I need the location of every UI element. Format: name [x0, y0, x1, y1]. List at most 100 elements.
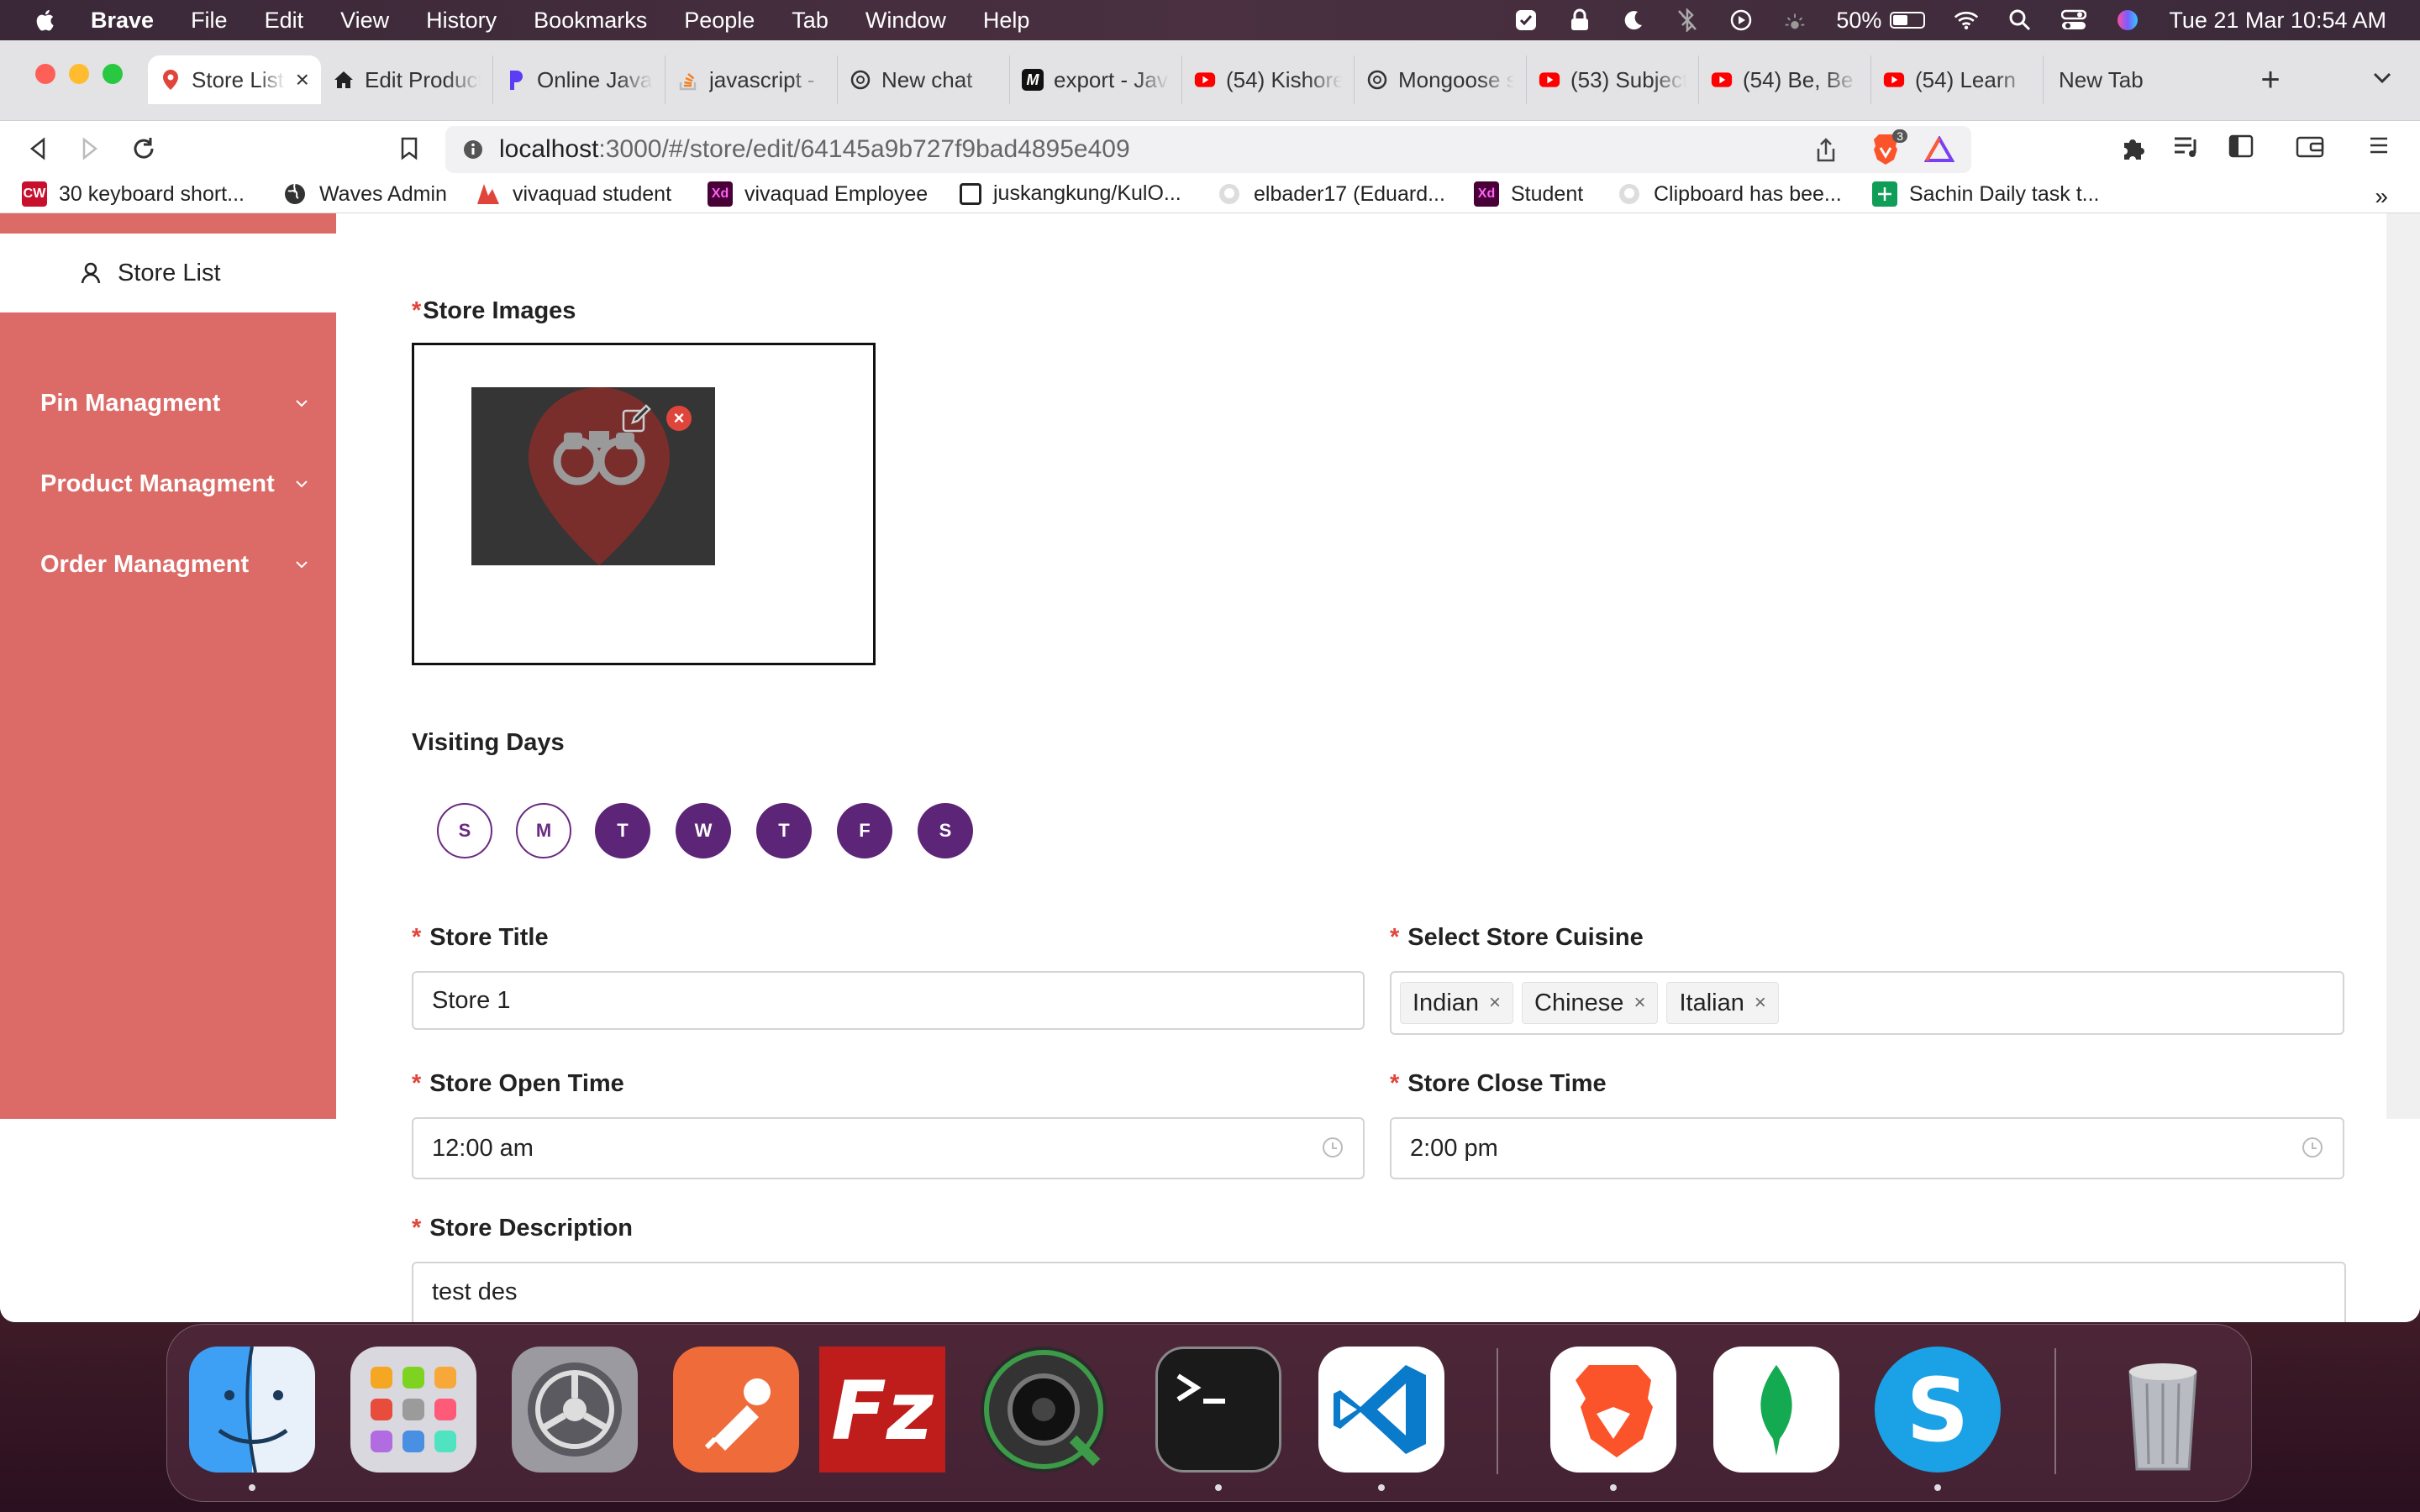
brave-shields-icon[interactable]: 3 — [1870, 129, 1907, 166]
apple-menu-icon[interactable] — [34, 8, 59, 33]
tab-youtube-subject[interactable]: (53) Subject — [1527, 55, 1699, 104]
store-close-time-picker[interactable]: 2:00 pm — [1390, 1117, 2344, 1179]
day-toggle-monday[interactable]: M — [516, 803, 571, 858]
bookmark-item[interactable]: CW 30 keyboard short... — [22, 181, 245, 207]
filezilla-app-icon[interactable]: Fz — [819, 1347, 945, 1473]
postman-app-icon[interactable] — [673, 1347, 799, 1473]
trash-app-icon[interactable] — [2100, 1347, 2226, 1473]
sidebar-menu-product-management[interactable]: Product Managment — [40, 467, 309, 501]
quicktime-app-icon[interactable] — [981, 1347, 1107, 1473]
menu-app-name[interactable]: Brave — [91, 8, 154, 34]
terminal-app-icon[interactable] — [1155, 1347, 1281, 1473]
new-tab-plus-icon[interactable]: + — [2247, 55, 2294, 104]
tab-youtube-learn[interactable]: (54) Learn — [1871, 55, 2044, 104]
address-bar[interactable]: localhost:3000/#/store/edit/64145a9b727f… — [445, 126, 1971, 173]
store-open-time-picker[interactable]: 12:00 am — [412, 1117, 1365, 1179]
sidebar-menu-pin-management[interactable]: Pin Managment — [40, 386, 309, 420]
menu-bookmarks[interactable]: Bookmarks — [534, 8, 647, 34]
store-images-upload[interactable]: × — [412, 343, 876, 665]
remove-image-icon[interactable]: × — [666, 406, 692, 431]
tab-new-chat[interactable]: New chat — [838, 55, 1010, 104]
brave-rewards-icon[interactable] — [1924, 136, 1954, 163]
brightness-icon[interactable] — [1782, 8, 1807, 33]
remove-chip-icon[interactable]: × — [1754, 991, 1766, 1015]
menu-help[interactable]: Help — [983, 8, 1030, 34]
close-tab-icon[interactable]: × — [296, 66, 309, 93]
store-cuisine-select[interactable]: Indian × Chinese × Italian × — [1390, 971, 2344, 1035]
menu-window[interactable]: Window — [865, 8, 946, 34]
day-toggle-tuesday[interactable]: T — [595, 803, 650, 858]
brave-app-icon[interactable] — [1550, 1347, 1676, 1473]
checkbox-status-icon[interactable] — [1513, 8, 1539, 33]
store-title-input[interactable]: Store 1 — [412, 971, 1365, 1030]
bookmark-item[interactable]: Xd Student — [1474, 181, 1583, 207]
site-info-icon[interactable] — [462, 139, 484, 160]
menu-file[interactable]: File — [191, 8, 228, 34]
finder-app-icon[interactable] — [189, 1346, 315, 1473]
day-toggle-wednesday[interactable]: W — [676, 803, 731, 858]
vscode-app-icon[interactable] — [1318, 1347, 1444, 1473]
tab-store-list[interactable]: Store List × — [148, 55, 321, 104]
fullscreen-window-button[interactable] — [103, 64, 123, 84]
share-icon[interactable] — [1815, 138, 1837, 163]
tab-javascript[interactable]: javascript - — [666, 55, 838, 104]
bookmark-item[interactable]: Clipboard has bee... — [1617, 181, 1842, 207]
system-settings-app-icon[interactable] — [512, 1347, 638, 1473]
tab-youtube-be[interactable]: (54) Be, Be — [1699, 55, 1871, 104]
bookmark-item[interactable]: juskangkung/KulO... — [960, 181, 1181, 206]
tab-edit-product[interactable]: Edit Product — [321, 55, 493, 104]
mongodb-compass-app-icon[interactable] — [1713, 1347, 1839, 1473]
back-arrow-icon[interactable] — [24, 134, 52, 163]
bookmark-item[interactable]: Waves Admin — [282, 181, 447, 207]
day-toggle-thursday[interactable]: T — [756, 803, 812, 858]
lock-status-icon[interactable] — [1567, 8, 1592, 33]
menu-view[interactable]: View — [340, 8, 389, 34]
menu-edit[interactable]: Edit — [265, 8, 304, 34]
wifi-icon[interactable] — [1954, 8, 1979, 33]
day-toggle-friday[interactable]: F — [837, 803, 892, 858]
wallet-icon[interactable] — [2296, 134, 2324, 163]
bluetooth-off-icon[interactable] — [1675, 8, 1700, 33]
sidebar-item-store-list[interactable]: Store List — [0, 234, 336, 312]
bookmark-item[interactable]: Xd vivaquad Employee — [708, 181, 928, 207]
tab-export[interactable]: M export - Jav — [1010, 55, 1182, 104]
menu-tab[interactable]: Tab — [792, 8, 829, 34]
bookmark-item[interactable]: vivaquad student — [476, 181, 671, 207]
focus-moon-icon[interactable] — [1621, 8, 1646, 33]
play-circle-icon[interactable] — [1728, 8, 1754, 33]
tab-search-chevron-icon[interactable] — [2370, 66, 2395, 91]
bookmarks-overflow-icon[interactable]: » — [2375, 183, 2388, 210]
menu-people[interactable]: People — [684, 8, 755, 34]
siri-icon[interactable] — [2115, 8, 2140, 33]
day-toggle-sunday[interactable]: S — [437, 803, 492, 858]
tab-mongoose[interactable]: Mongoose s — [1355, 55, 1527, 104]
playlist-icon[interactable] — [2173, 134, 2202, 163]
tab-youtube-kishore[interactable]: (54) Kishore — [1182, 55, 1355, 104]
menu-history[interactable]: History — [426, 8, 497, 34]
tab-new-tab[interactable]: New Tab — [2044, 55, 2216, 104]
tab-online-java[interactable]: Online Java — [493, 55, 666, 104]
battery-status[interactable]: 50% — [1836, 8, 1926, 34]
remove-chip-icon[interactable]: × — [1634, 991, 1645, 1015]
page-scrollbar-track[interactable] — [2386, 213, 2420, 1119]
minimize-window-button[interactable] — [69, 64, 89, 84]
extensions-puzzle-icon[interactable] — [2119, 134, 2148, 163]
store-description-textarea[interactable]: test des — [412, 1262, 2346, 1322]
forward-arrow-icon[interactable] — [76, 134, 104, 163]
control-center-icon[interactable] — [2061, 8, 2087, 33]
skype-app-icon[interactable]: S — [1875, 1347, 2001, 1473]
sidebar-toggle-icon[interactable] — [2228, 134, 2257, 163]
remove-chip-icon[interactable]: × — [1489, 991, 1501, 1015]
store-image-thumbnail[interactable]: × — [471, 387, 715, 565]
menubar-clock[interactable]: Tue 21 Mar 10:54 AM — [2169, 8, 2386, 34]
bookmark-item[interactable]: elbader17 (Eduard... — [1217, 181, 1445, 207]
edit-image-icon[interactable] — [621, 404, 651, 434]
bookmark-item[interactable]: Sachin Daily task t... — [1872, 181, 2099, 207]
bookmark-icon[interactable] — [395, 134, 424, 163]
close-window-button[interactable] — [35, 64, 55, 84]
spotlight-search-icon[interactable] — [2007, 8, 2033, 33]
day-toggle-saturday[interactable]: S — [918, 803, 973, 858]
menu-hamburger-icon[interactable] — [2368, 134, 2396, 163]
sidebar-menu-order-management[interactable]: Order Managment — [40, 548, 309, 581]
launchpad-app-icon[interactable] — [350, 1347, 476, 1473]
